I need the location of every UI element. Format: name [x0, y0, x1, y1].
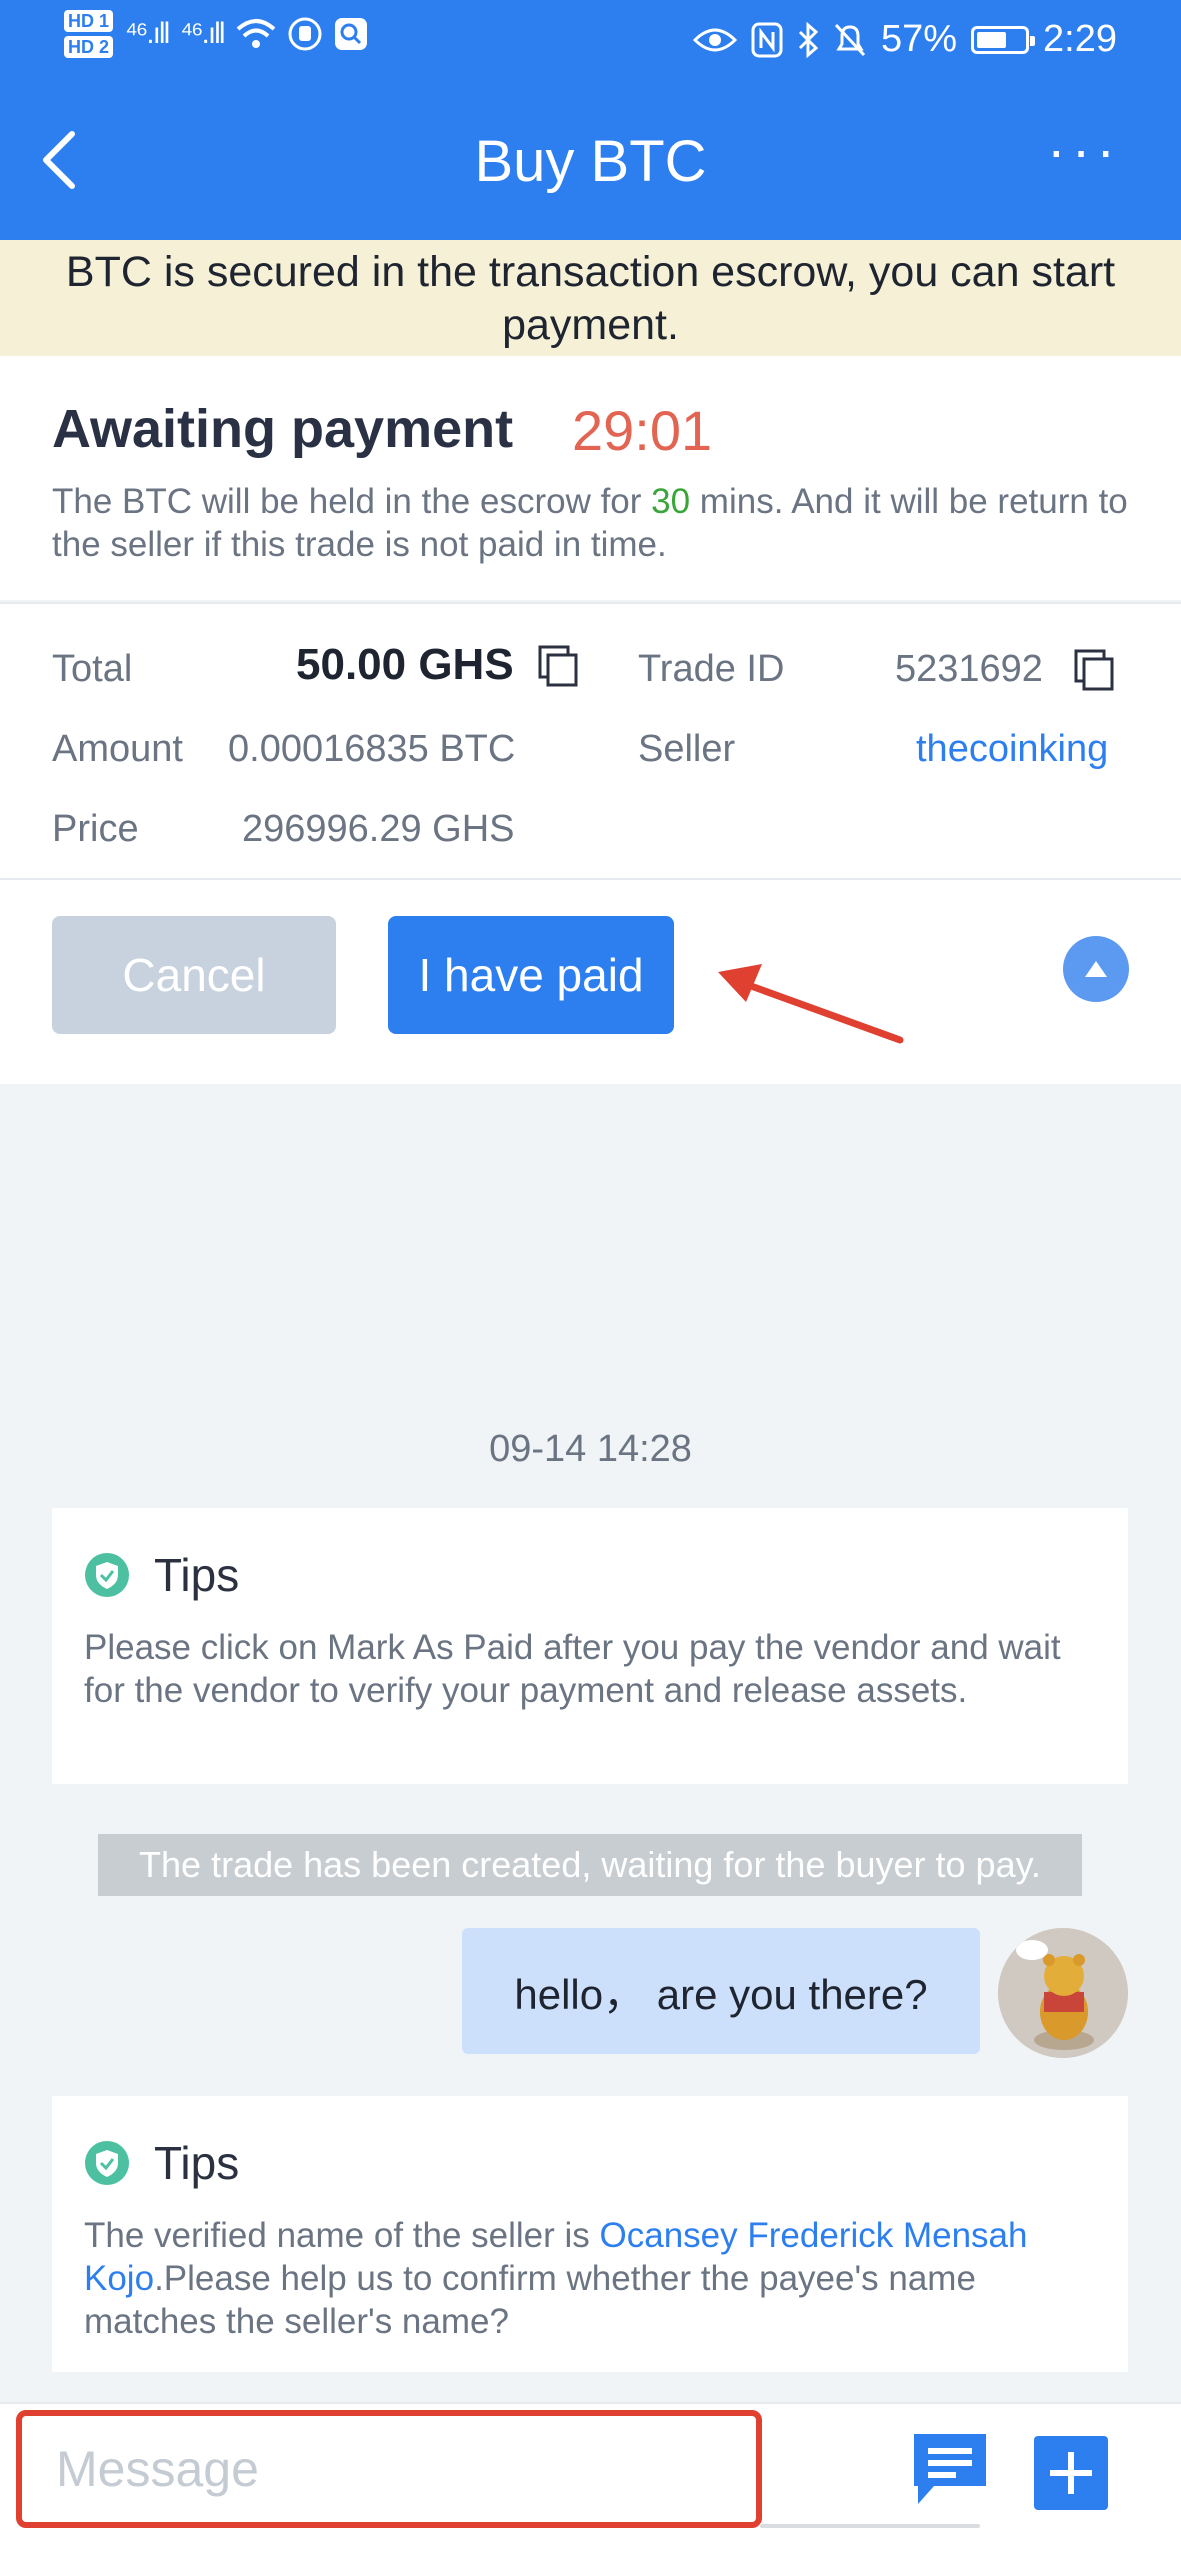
- nfc-icon: [751, 22, 783, 57]
- hd-indicators: HD 1 HD 2: [64, 10, 114, 58]
- amount-value: 0.00016835 BTC: [228, 728, 516, 770]
- action-bar: Cancel I have paid: [0, 880, 1181, 1084]
- tips-text-2: .Please help us to confirm whether the p…: [84, 2259, 976, 2341]
- page-title: Buy BTC: [474, 129, 707, 194]
- triangle-up-icon: [1085, 961, 1107, 977]
- signal-icon-2: ⁴⁶.ıll: [180, 17, 225, 50]
- tips-header: Tips: [84, 2136, 1096, 2190]
- tips-header: Tips: [84, 1548, 1096, 1602]
- copy-total-button[interactable]: [536, 642, 580, 687]
- desc-part-1: The BTC will be held in the escrow for: [52, 482, 652, 521]
- hd2-badge: HD 2: [64, 36, 114, 58]
- system-message: The trade has been created, waiting for …: [98, 1834, 1082, 1896]
- hand-icon: [288, 17, 322, 51]
- seller-link[interactable]: thecoinking: [916, 728, 1108, 771]
- total-value: 50.00 GHS: [296, 640, 514, 689]
- copy-icon: [538, 645, 578, 687]
- tips-card-1: Tips Please click on Mark As Paid after …: [52, 1508, 1128, 1784]
- awaiting-card: Awaiting payment 29:01 The BTC will be h…: [0, 356, 1181, 600]
- total-label: Total: [52, 648, 133, 690]
- plus-icon: [1050, 2452, 1092, 2494]
- shield-check-icon: [85, 2141, 129, 2185]
- shield-check-icon: [85, 1553, 129, 1597]
- signal-icon: ⁴⁶.ıll: [125, 17, 170, 50]
- annotation-arrow-icon: [718, 964, 904, 1044]
- seller-label: Seller: [638, 728, 736, 770]
- tips-text-1: The verified name of the seller is: [84, 2216, 600, 2255]
- collapse-button[interactable]: [1063, 936, 1129, 1002]
- i-have-paid-button[interactable]: I have paid: [388, 916, 674, 1034]
- status-bar: HD 1 HD 2 ⁴⁶.ıll ⁴⁶.ıll 57% 2:29: [0, 0, 1181, 80]
- user-message-bubble: hello， are you there?: [462, 1928, 980, 2054]
- search-app-icon: [334, 18, 367, 50]
- message-input-bar: [0, 2402, 1181, 2560]
- copy-icon: [1074, 649, 1114, 691]
- amount-label: Amount: [52, 728, 183, 770]
- countdown-timer: 29:01: [572, 399, 713, 462]
- awaiting-title: Awaiting payment: [52, 399, 514, 459]
- trade-details: Total 50.00 GHS Trade ID 5231692 Amount …: [0, 602, 1181, 880]
- more-menu-button[interactable]: ···: [1047, 122, 1121, 178]
- avatar-image: [998, 1928, 1128, 2058]
- copy-trade-id-button[interactable]: [1072, 646, 1116, 691]
- wifi-icon: [236, 19, 275, 48]
- tips-body: Please click on Mark As Paid after you p…: [84, 1628, 1061, 1710]
- quick-reply-button[interactable]: [910, 2430, 990, 2508]
- tips-body: The verified name of the seller is Ocans…: [84, 2214, 1096, 2343]
- chat-timestamp: 09-14 14:28: [489, 1428, 692, 1470]
- price-label: Price: [52, 808, 139, 850]
- chat-list-icon: [914, 2434, 986, 2504]
- awaiting-description: The BTC will be held in the escrow for 3…: [52, 480, 1132, 566]
- add-attachment-button[interactable]: [1034, 2436, 1108, 2510]
- tips-card-2: Tips The verified name of the seller is …: [52, 2096, 1128, 2372]
- avatar[interactable]: [998, 1928, 1128, 2058]
- tips-title: Tips: [154, 2137, 240, 2189]
- price-value: 296996.29 GHS: [242, 808, 515, 850]
- status-left: HD 1 HD 2 ⁴⁶.ıll ⁴⁶.ıll: [64, 10, 368, 58]
- mute-bell-icon: [834, 23, 866, 56]
- tips-title: Tips: [154, 1549, 240, 1601]
- app-header: HD 1 HD 2 ⁴⁶.ıll ⁴⁶.ıll 57% 2:29 Buy BTC…: [0, 0, 1181, 240]
- clock: 2:29: [1043, 18, 1117, 60]
- message-input[interactable]: [16, 2410, 762, 2528]
- eye-icon: [692, 28, 737, 51]
- escrow-banner: BTC is secured in the transaction escrow…: [0, 240, 1181, 356]
- home-indicator: [760, 2524, 980, 2528]
- escrow-minutes: 30: [651, 482, 691, 521]
- status-right: 57% 2:29: [692, 18, 1117, 61]
- hd1-badge: HD 1: [64, 10, 114, 32]
- trade-id-label: Trade ID: [638, 648, 785, 690]
- trade-id-value: 5231692: [895, 648, 1043, 690]
- battery-icon: [971, 25, 1036, 54]
- battery-percent: 57%: [880, 18, 958, 60]
- bluetooth-icon: [798, 21, 819, 58]
- cancel-button[interactable]: Cancel: [52, 916, 336, 1034]
